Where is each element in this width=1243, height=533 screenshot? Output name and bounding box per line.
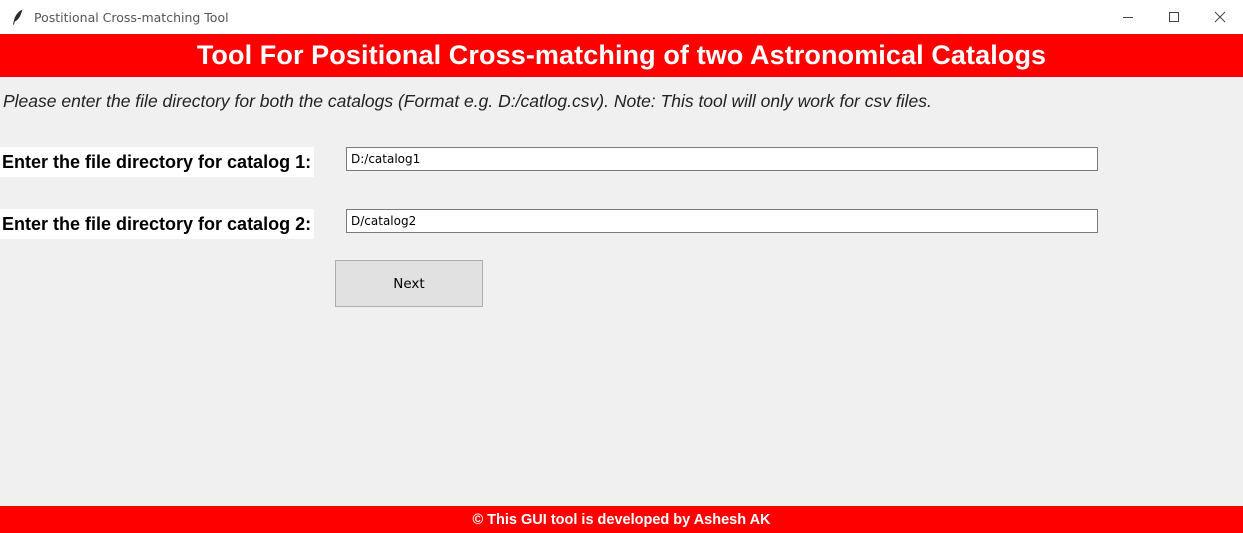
catalog1-label: Enter the file directory for catalog 1:: [0, 147, 315, 177]
minimize-button[interactable]: [1105, 0, 1151, 34]
footer-banner: © This GUI tool is developed by Ashesh A…: [0, 506, 1243, 533]
minimize-icon: [1123, 17, 1133, 18]
catalog2-path-input[interactable]: [346, 209, 1098, 233]
maximize-icon: [1169, 12, 1179, 22]
feather-icon: [10, 9, 26, 25]
window-controls: [1105, 0, 1243, 34]
next-button[interactable]: Next: [335, 260, 483, 307]
instructions-text: Please enter the file directory for both…: [3, 91, 932, 111]
window-title: Postitional Cross-matching Tool: [34, 9, 229, 25]
app-window: Postitional Cross-matching Tool Tool For…: [0, 0, 1243, 533]
maximize-button[interactable]: [1151, 0, 1197, 34]
catalog1-path-input[interactable]: [346, 147, 1098, 171]
close-icon: [1214, 11, 1226, 23]
header-banner: Tool For Positional Cross-matching of tw…: [0, 34, 1243, 77]
title-bar: Postitional Cross-matching Tool: [0, 0, 1243, 34]
catalog2-label: Enter the file directory for catalog 2:: [0, 209, 315, 239]
close-button[interactable]: [1197, 0, 1243, 34]
